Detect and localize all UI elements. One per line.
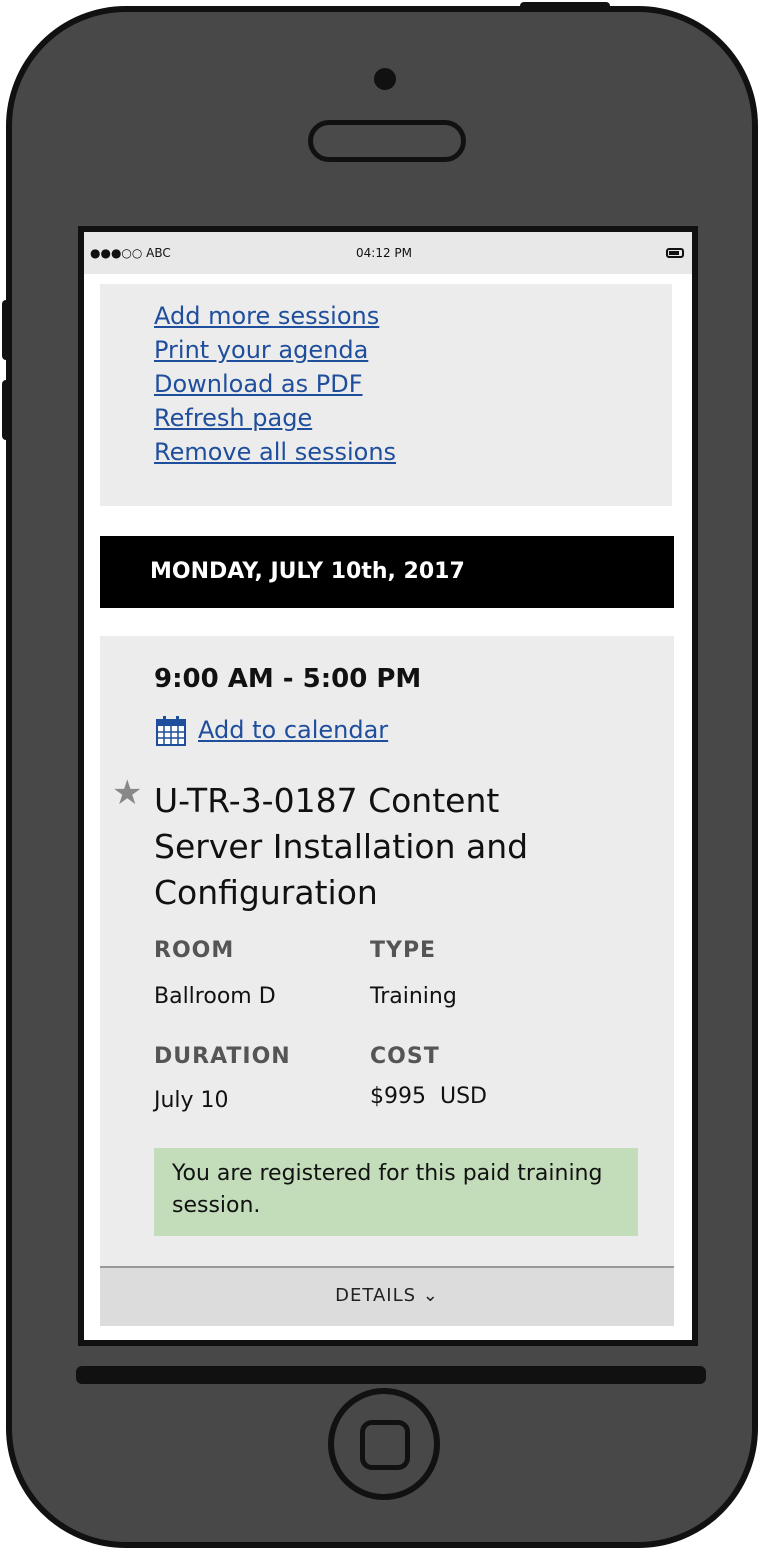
registration-notice: You are registered for this paid trainin… (154, 1148, 638, 1236)
add-to-calendar-link[interactable]: Add to calendar (198, 716, 388, 744)
refresh-page-link[interactable]: Refresh page (154, 404, 312, 432)
day-header: MONDAY, JULY 10th, 2017 (100, 536, 674, 608)
agenda-actions: Add more sessions Print your agenda Down… (100, 284, 672, 506)
type-value: Training (370, 984, 457, 1009)
bottom-bezel-line (76, 1366, 706, 1384)
type-label: TYPE (370, 938, 437, 963)
duration-label: DURATION (154, 1044, 291, 1069)
battery-icon (666, 248, 684, 258)
calendar-icon[interactable] (154, 714, 188, 748)
session-title: U-TR-3-0187 Content Server Installation … (154, 781, 529, 912)
power-button (520, 2, 610, 12)
camera-dot (374, 68, 396, 90)
details-toggle[interactable]: DETAILS ⌄ (100, 1266, 674, 1326)
remove-all-sessions-link[interactable]: Remove all sessions (154, 438, 396, 466)
download-pdf-link[interactable]: Download as PDF (154, 370, 363, 398)
star-icon[interactable]: ★ (112, 776, 142, 810)
session-card: 9:00 AM - 5:00 PM Add to calendar ★ U-TR… (100, 636, 674, 1326)
volume-down-button (2, 380, 12, 440)
home-square-icon (360, 1420, 410, 1470)
print-agenda-link[interactable]: Print your agenda (154, 336, 368, 364)
speaker-grille (308, 120, 466, 162)
duration-value: July 10 (154, 1088, 229, 1113)
session-time: 9:00 AM - 5:00 PM (154, 664, 422, 694)
add-more-sessions-link[interactable]: Add more sessions (154, 302, 379, 330)
room-value: Ballroom D (154, 984, 276, 1009)
status-bar: ●●●○○ ABC 04:12 PM (84, 232, 692, 274)
cost-label: COST (370, 1044, 440, 1069)
volume-up-button (2, 300, 12, 360)
signal-indicator: ●●●○○ ABC (90, 246, 171, 260)
room-label: ROOM (154, 938, 235, 963)
cost-value: $995 USD (370, 1084, 487, 1109)
screen: ●●●○○ ABC 04:12 PM Add more sessions Pri… (78, 226, 698, 1346)
chevron-down-icon: ⌄ (422, 1285, 439, 1306)
status-time: 04:12 PM (356, 246, 412, 260)
details-label: DETAILS (335, 1285, 417, 1306)
